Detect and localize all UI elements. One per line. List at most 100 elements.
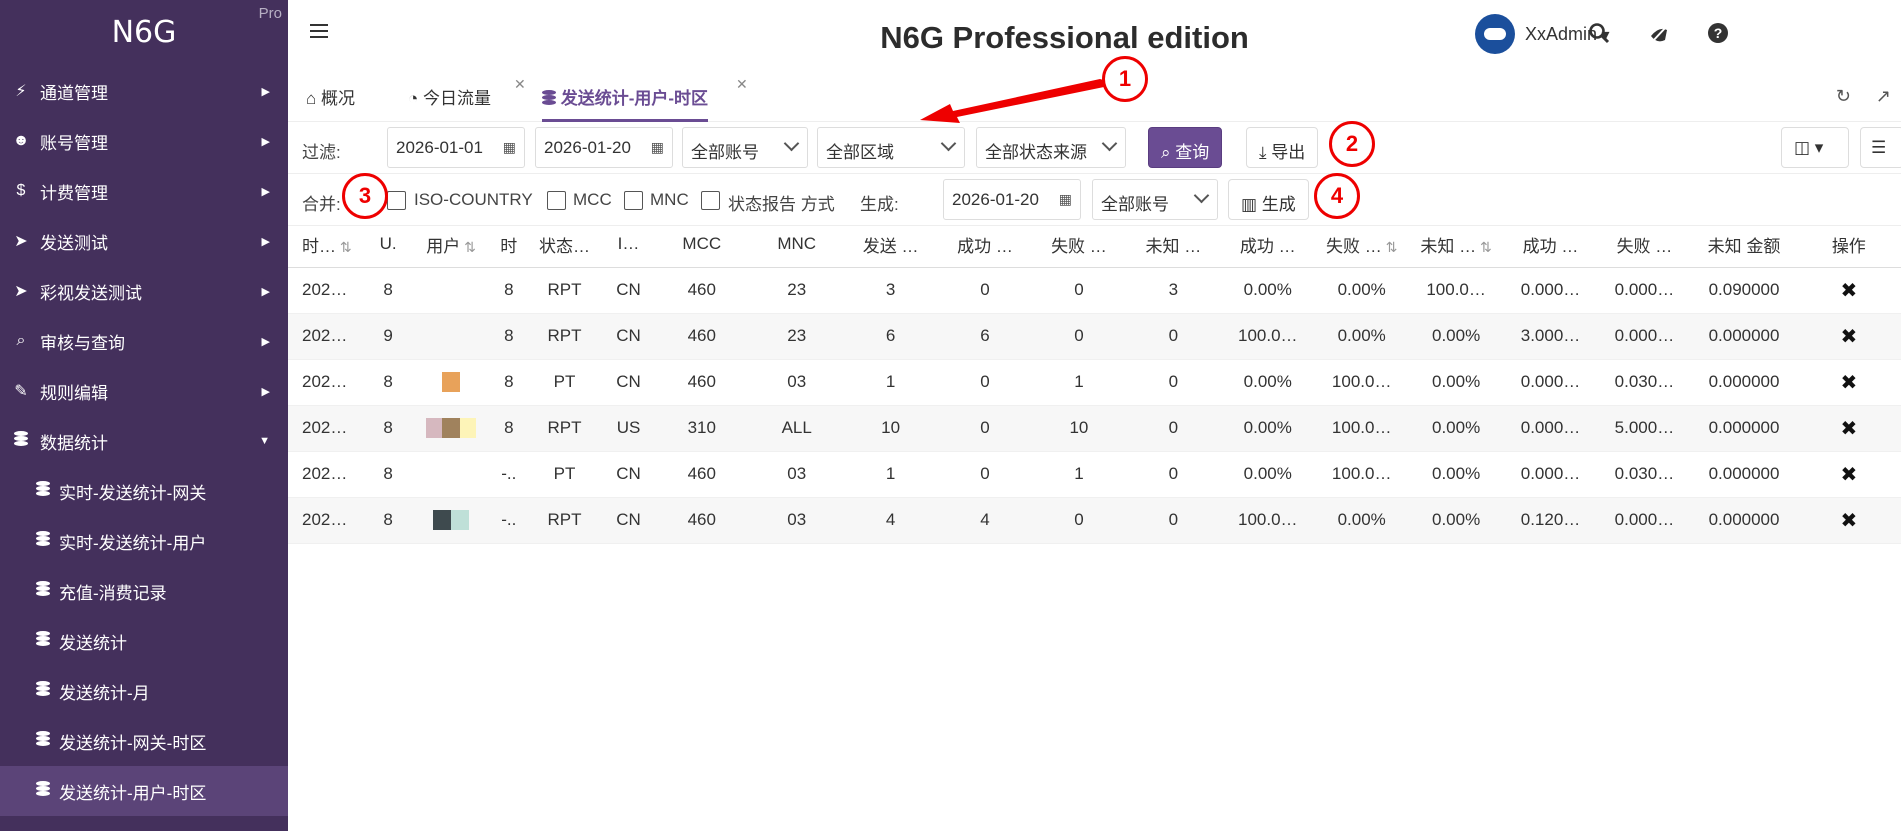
- delete-icon[interactable]: ✖: [1840, 464, 1857, 486]
- table-cell: 0.00%: [1408, 497, 1504, 544]
- column-header[interactable]: 状态…: [525, 222, 604, 268]
- paper-plane-icon: ➤: [14, 283, 28, 300]
- column-header[interactable]: 成功 …: [938, 222, 1032, 268]
- table-cell: 0.00%: [1314, 267, 1409, 314]
- delete-icon[interactable]: ✖: [1840, 326, 1857, 348]
- table-cell: 0: [1031, 313, 1126, 360]
- close-tab-icon[interactable]: ✕: [514, 76, 526, 93]
- date-to-input[interactable]: 2026-01-20 ▦: [535, 127, 673, 168]
- sidebar-item-mms-test[interactable]: ➤ 彩视发送测试 ▶: [0, 266, 288, 316]
- redacted-block: [433, 510, 452, 531]
- delete-icon[interactable]: ✖: [1840, 510, 1857, 532]
- table-cell: 0.00%: [1408, 313, 1504, 360]
- sort-icon[interactable]: ⇅: [460, 239, 476, 255]
- generate-button[interactable]: ▥ 生成: [1228, 179, 1309, 220]
- table-cell: 0.000…: [1503, 267, 1598, 314]
- mcc-checkbox[interactable]: [547, 191, 566, 210]
- sidebar-item-rules[interactable]: ✎ 规则编辑 ▶: [0, 366, 288, 416]
- column-header[interactable]: 时… ⇅: [288, 222, 367, 268]
- delete-icon[interactable]: ✖: [1840, 280, 1857, 302]
- table-cell: 0.000…: [1597, 267, 1692, 314]
- sidebar-sub-realtime-gateway[interactable]: 实时-发送统计-网关: [0, 466, 288, 516]
- delete-icon[interactable]: ✖: [1840, 418, 1857, 440]
- users-icon: ☻: [12, 132, 30, 149]
- mnc-checkbox[interactable]: [624, 191, 643, 210]
- column-header[interactable]: 未知 金额: [1691, 222, 1797, 268]
- table-cell: RPT: [525, 267, 604, 314]
- export-button[interactable]: ⤓ 导出: [1246, 127, 1319, 168]
- brand-logo[interactable]: N6G: [112, 15, 177, 50]
- sidebar-sub-recharge[interactable]: 充值-消费记录: [0, 566, 288, 616]
- close-tab-icon[interactable]: ✕: [736, 76, 748, 93]
- table-cell: 03: [750, 497, 844, 544]
- column-header[interactable]: 成功 …: [1503, 222, 1598, 268]
- sidebar-item-audit[interactable]: ⌕ 审核与查询 ▶: [0, 316, 288, 366]
- date-from-input[interactable]: 2026-01-01 ▦: [387, 127, 525, 168]
- sidebar-item-send-test[interactable]: ➤ 发送测试 ▶: [0, 216, 288, 266]
- masked-user-cell: [409, 405, 493, 452]
- theme-toggle-icon[interactable]: [1647, 22, 1671, 46]
- generate-account-select[interactable]: 全部账号: [1092, 179, 1218, 220]
- avatar[interactable]: [1475, 14, 1515, 54]
- column-header[interactable]: U.: [366, 222, 410, 268]
- column-header[interactable]: 时: [492, 222, 526, 268]
- query-button[interactable]: ⌕ 查询: [1148, 127, 1223, 168]
- sidebar-sub-send-stats[interactable]: 发送统计: [0, 616, 288, 666]
- sidebar-sub-send-stats-month[interactable]: 发送统计-月: [0, 666, 288, 716]
- tab-overview[interactable]: ⌂ 概况: [306, 84, 355, 114]
- columns-toggle-button[interactable]: ◫ ▾: [1781, 127, 1849, 168]
- query-button-label: 查询: [1175, 143, 1210, 162]
- column-header[interactable]: 未知 … ⇅: [1408, 222, 1504, 268]
- iso-country-checkbox[interactable]: [387, 191, 406, 210]
- column-header[interactable]: 未知 …: [1125, 222, 1221, 268]
- brand: N6G Pro: [0, 0, 288, 66]
- sort-icon[interactable]: ⇅: [1476, 239, 1492, 255]
- annotation-badge-1: 1: [1102, 56, 1148, 102]
- delete-icon[interactable]: ✖: [1840, 372, 1857, 394]
- user-menu[interactable]: XxAdmin: [1525, 24, 1610, 45]
- action-cell: ✖: [1796, 451, 1901, 498]
- redacted-block: [460, 418, 477, 439]
- column-header[interactable]: I…: [603, 222, 654, 268]
- region-select[interactable]: 全部区域: [817, 127, 965, 168]
- table-cell: 100.0…: [1314, 451, 1409, 498]
- help-icon[interactable]: ?: [1706, 22, 1730, 46]
- table-cell: 100.0…: [1314, 359, 1409, 406]
- table-cell: 0.000…: [1597, 313, 1692, 360]
- action-cell: ✖: [1796, 267, 1901, 314]
- sort-icon[interactable]: ⇅: [336, 239, 352, 255]
- column-header[interactable]: 成功 …: [1220, 222, 1315, 268]
- export-button-label: 导出: [1271, 143, 1306, 162]
- table-body: 202… 8 8 RPT CN 460 23 3 0 0 3 0.00% 0.00% 100.0… 0.00…: [288, 267, 1901, 544]
- database-icon: [33, 780, 53, 802]
- column-header[interactable]: MCC: [653, 222, 751, 268]
- table-cell: 0: [1125, 451, 1221, 498]
- list-view-button[interactable]: ☰: [1860, 127, 1901, 168]
- sidebar-item-channel[interactable]: ⚡︎ 通道管理 ▶: [0, 66, 288, 116]
- tab-user-timezone-stats[interactable]: 发送统计-用户-时区 ✕: [542, 76, 748, 122]
- tab-today-traffic[interactable]: ◔ 今日流量 ✕: [408, 76, 526, 114]
- sidebar-item-account[interactable]: ☻ 账号管理 ▶: [0, 116, 288, 166]
- sidebar-sub-gateway-timezone[interactable]: 发送统计-网关-时区: [0, 716, 288, 766]
- sidebar-sub-user-timezone[interactable]: 发送统计-用户-时区: [0, 766, 288, 816]
- table-cell: 0.030…: [1597, 451, 1692, 498]
- column-header[interactable]: 失败 …: [1597, 222, 1692, 268]
- account-select[interactable]: 全部账号: [682, 127, 808, 168]
- column-header[interactable]: 用户 ⇅: [409, 222, 493, 268]
- column-header[interactable]: 发送 …: [843, 222, 939, 268]
- sidebar-sub-realtime-user[interactable]: 实时-发送统计-用户: [0, 516, 288, 566]
- column-header[interactable]: 失败 … ⇅: [1314, 222, 1409, 268]
- refresh-icon[interactable]: ↻: [1836, 86, 1851, 106]
- sidebar-item-statistics[interactable]: 数据统计 ▼: [0, 416, 288, 466]
- report-mode-checkbox[interactable]: [701, 191, 720, 210]
- column-header[interactable]: MNC: [750, 222, 844, 268]
- external-link-icon[interactable]: ↗: [1876, 86, 1891, 106]
- table-cell: 8: [492, 313, 526, 360]
- sort-icon[interactable]: ⇅: [1382, 239, 1398, 255]
- sidebar-item-billing[interactable]: $ 计费管理 ▶: [0, 166, 288, 216]
- generate-date-input[interactable]: 2026-01-20 ▦: [943, 179, 1081, 220]
- table-cell: 310: [653, 405, 751, 452]
- status-source-select[interactable]: 全部状态来源: [976, 127, 1126, 168]
- column-header[interactable]: 失败 …: [1031, 222, 1126, 268]
- column-header[interactable]: 操作: [1796, 222, 1901, 268]
